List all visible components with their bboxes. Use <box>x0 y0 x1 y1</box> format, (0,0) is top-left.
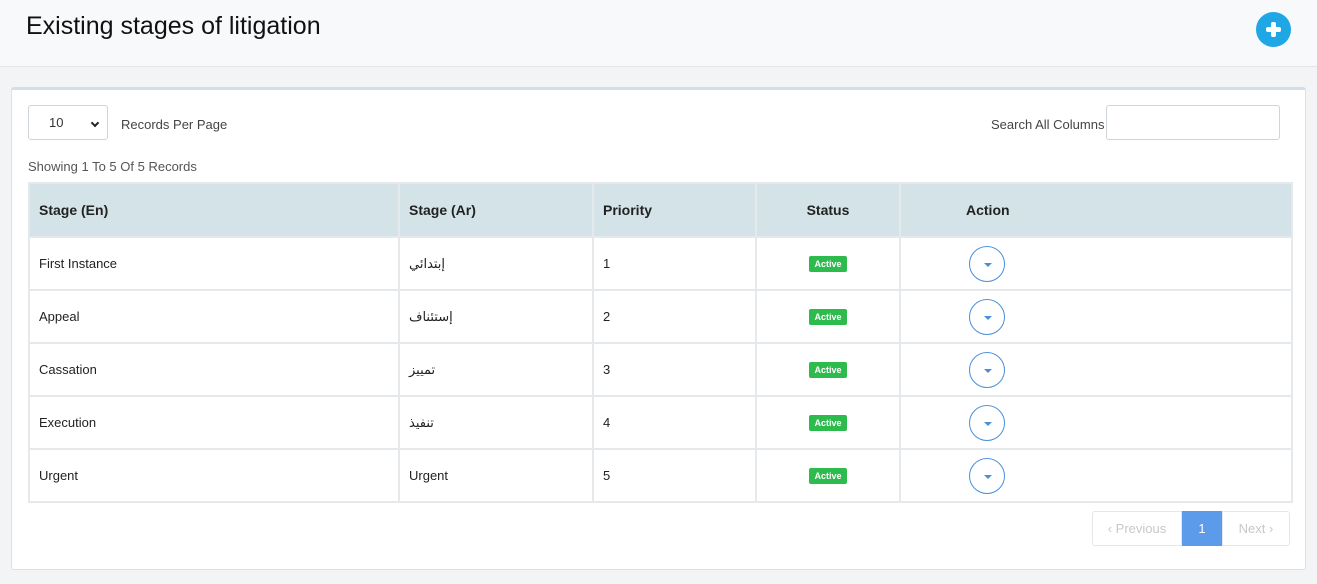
search-input[interactable] <box>1106 105 1280 140</box>
status-badge: Active <box>809 468 847 484</box>
caret-down-icon <box>984 315 992 320</box>
cell-action <box>899 395 1293 450</box>
cell-status: Active <box>755 448 901 503</box>
table-row: Appeal إستئناف 2 Active <box>28 289 1293 344</box>
cell-priority: 3 <box>592 342 757 397</box>
cell-priority: 2 <box>592 289 757 344</box>
status-badge: Active <box>809 362 847 378</box>
row-action-dropdown-button[interactable] <box>969 351 1005 388</box>
cell-status: Active <box>755 236 901 291</box>
cell-stage-ar: إبتدائي <box>398 236 594 291</box>
cell-status: Active <box>755 395 901 450</box>
records-per-page-select[interactable]: 10 <box>28 105 108 140</box>
column-header-action: Action <box>899 182 1293 238</box>
caret-down-icon <box>984 474 992 479</box>
cell-status: Active <box>755 289 901 344</box>
column-header-stage-en[interactable]: Stage (En) <box>28 182 400 238</box>
cell-stage-en: Urgent <box>28 448 400 503</box>
caret-down-icon <box>984 262 992 267</box>
row-action-dropdown-button[interactable] <box>969 457 1005 494</box>
cell-action <box>899 448 1293 503</box>
column-header-status[interactable]: Status <box>755 182 901 238</box>
pagination-next-button[interactable]: Next › <box>1222 511 1290 546</box>
cell-priority: 5 <box>592 448 757 503</box>
cell-stage-ar: Urgent <box>398 448 594 503</box>
cell-stage-en: Cassation <box>28 342 400 397</box>
table-row: Cassation تمييز 3 Active <box>28 342 1293 397</box>
records-per-page-value: 10 <box>49 115 64 130</box>
row-action-dropdown-button[interactable] <box>969 298 1005 335</box>
caret-down-icon <box>984 421 992 426</box>
stages-card: 10 Records Per Page Search All Columns S… <box>11 87 1306 570</box>
table-row: Execution تنفيذ 4 Active <box>28 395 1293 450</box>
table-row: Urgent Urgent 5 Active <box>28 448 1293 503</box>
table-header-row: Stage (En) Stage (Ar) Priority Status Ac… <box>28 182 1293 238</box>
cell-stage-en: Appeal <box>28 289 400 344</box>
cell-status: Active <box>755 342 901 397</box>
chevron-down-icon <box>90 118 100 128</box>
page-title: Existing stages of litigation <box>26 12 321 40</box>
status-badge: Active <box>809 415 847 431</box>
table-row: First Instance إبتدائي 1 Active <box>28 236 1293 291</box>
cell-action <box>899 236 1293 291</box>
row-action-dropdown-button[interactable] <box>969 245 1005 282</box>
cell-stage-ar: تنفيذ <box>398 395 594 450</box>
records-summary: Showing 1 To 5 Of 5 Records <box>28 159 197 174</box>
column-header-priority[interactable]: Priority <box>592 182 757 238</box>
cell-action <box>899 342 1293 397</box>
records-per-page-label: Records Per Page <box>121 117 228 132</box>
row-action-dropdown-button[interactable] <box>969 404 1005 441</box>
caret-down-icon <box>984 368 992 373</box>
stages-table: Stage (En) Stage (Ar) Priority Status Ac… <box>28 182 1293 503</box>
column-header-stage-ar[interactable]: Stage (Ar) <box>398 182 594 238</box>
status-badge: Active <box>809 256 847 272</box>
pagination-previous-button[interactable]: ‹ Previous <box>1092 511 1182 546</box>
stages-table-wrap: Stage (En) Stage (Ar) Priority Status Ac… <box>28 182 1293 503</box>
pagination-page-button[interactable]: 1 <box>1182 511 1222 546</box>
page-header: Existing stages of litigation <box>0 0 1317 67</box>
search-label: Search All Columns <box>991 117 1105 132</box>
cell-stage-ar: إستئناف <box>398 289 594 344</box>
pagination: ‹ Previous 1 Next › <box>1092 511 1290 546</box>
cell-stage-en: First Instance <box>28 236 400 291</box>
cell-stage-en: Execution <box>28 395 400 450</box>
add-stage-button[interactable] <box>1256 12 1291 47</box>
cell-stage-ar: تمييز <box>398 342 594 397</box>
cell-action <box>899 289 1293 344</box>
cell-priority: 1 <box>592 236 757 291</box>
status-badge: Active <box>809 309 847 325</box>
cell-priority: 4 <box>592 395 757 450</box>
